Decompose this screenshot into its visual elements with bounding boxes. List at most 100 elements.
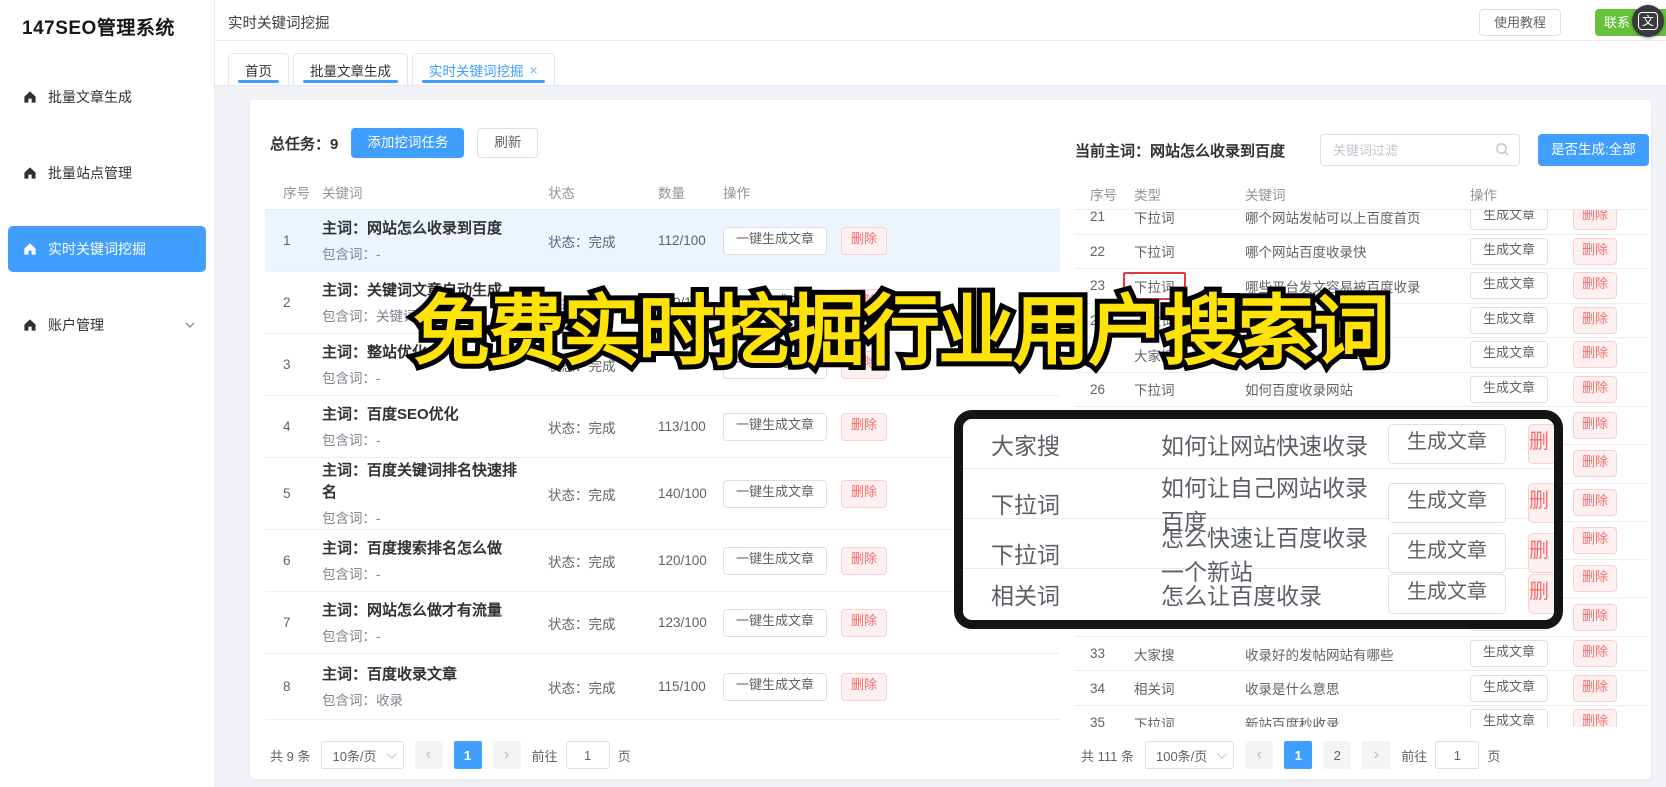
- tasks-pagination: 共 9 条 10条/页 ‹ 1 › 前往 页: [270, 740, 631, 770]
- tab-home[interactable]: 首页: [228, 53, 289, 85]
- generate-article-button[interactable]: 生成文章: [1470, 640, 1549, 668]
- generate-article-button[interactable]: 一键生成文章: [723, 672, 828, 701]
- generate-article-button[interactable]: 生成文章: [1470, 306, 1549, 334]
- page-size-select[interactable]: 100条/页: [1144, 741, 1235, 769]
- topbar: 实时关键词挖掘 使用教程 联系: [215, 0, 1666, 41]
- table-row[interactable]: 33 大家搜 收录好的发帖网站有哪些 生成文章 删除: [1075, 636, 1647, 672]
- tab-keyword-mining[interactable]: 实时关键词挖掘 ×: [412, 53, 555, 85]
- delete-button[interactable]: 删除: [1573, 341, 1618, 369]
- generate-article-button[interactable]: 一键生成文章: [723, 479, 828, 508]
- keywords-table-header: 序号 类型 关键词 操作: [1075, 178, 1647, 210]
- delete-button[interactable]: 删除: [1573, 272, 1618, 300]
- delete-button[interactable]: 删除: [1573, 709, 1618, 727]
- sidebar-item-keyword-mining[interactable]: 实时关键词挖掘: [8, 226, 206, 272]
- cell-type: 下拉词: [1134, 210, 1175, 226]
- generate-article-button[interactable]: 一键生成文章: [723, 608, 828, 637]
- delete-button[interactable]: 删: [1528, 483, 1554, 523]
- page-unit-label: 页: [1487, 748, 1501, 764]
- delete-button[interactable]: 删除: [1573, 640, 1618, 668]
- cell-type: 下拉词: [991, 542, 1060, 568]
- page-size-select[interactable]: 10条/页: [321, 741, 404, 769]
- page-button-1[interactable]: 1: [453, 741, 482, 769]
- delete-button[interactable]: 删: [1528, 423, 1554, 464]
- next-page-button[interactable]: ›: [1362, 741, 1391, 769]
- delete-button[interactable]: 删除: [1573, 412, 1618, 440]
- generate-article-button[interactable]: 生成文章: [1388, 533, 1506, 573]
- col-keyword: 关键词: [1245, 187, 1286, 203]
- generate-article-button[interactable]: 生成文章: [1470, 237, 1549, 265]
- promo-banner-text: 免费实时挖掘行业用户搜索词: [408, 285, 1395, 378]
- zoom-highlight-box: 大家搜 如何让网站快速收录 生成文章删 下拉词 如何让自己网站收录百度 生成文章…: [954, 410, 1563, 629]
- cell-no: 22: [1090, 243, 1106, 259]
- generate-article-button[interactable]: 生成文章: [1470, 674, 1549, 702]
- table-row[interactable]: 4 主词：百度SEO优化 包含词：- 状态：完成 113/100 一键生成文章 删除: [265, 396, 1060, 458]
- prev-page-button[interactable]: ‹: [414, 741, 443, 769]
- delete-button[interactable]: 删除: [1573, 565, 1618, 593]
- generate-article-button[interactable]: 生成文章: [1388, 574, 1506, 614]
- delete-button[interactable]: 删除: [1573, 210, 1618, 231]
- sidebar-item-article-batch[interactable]: 批量文章生成: [0, 74, 214, 120]
- float-widget-icon[interactable]: 文: [1632, 5, 1664, 37]
- delete-button[interactable]: 删除: [1573, 674, 1618, 702]
- cell-status: 状态：完成: [548, 487, 616, 503]
- delete-button[interactable]: 删除: [841, 412, 888, 441]
- table-row[interactable]: 26 下拉词 如何百度收录网站 生成文章 删除: [1075, 372, 1647, 407]
- delete-button[interactable]: 删: [1528, 574, 1554, 614]
- tab-bar: 首页 批量文章生成 实时关键词挖掘 ×: [215, 41, 1666, 86]
- keyword-filter-input[interactable]: [1320, 134, 1520, 166]
- generate-article-button[interactable]: 生成文章: [1470, 341, 1549, 369]
- tab-article-batch[interactable]: 批量文章生成: [293, 53, 408, 85]
- generate-article-button[interactable]: 生成文章: [1470, 272, 1549, 300]
- add-task-button[interactable]: 添加挖词任务: [351, 128, 465, 158]
- goto-page-input[interactable]: [565, 741, 610, 769]
- delete-button[interactable]: 删除: [1573, 237, 1618, 265]
- generate-article-button[interactable]: 生成文章: [1470, 375, 1549, 403]
- delete-button[interactable]: 删除: [1573, 450, 1618, 478]
- table-row[interactable]: 5 主词：百度关键词排名快速排名 包含词：- 状态：完成 140/100 一键生成…: [265, 458, 1060, 530]
- delete-button[interactable]: 删除: [841, 479, 888, 508]
- cell-no: 26: [1090, 381, 1106, 397]
- sidebar-item-site-batch[interactable]: 批量站点管理: [0, 150, 214, 196]
- generate-article-button[interactable]: 一键生成文章: [723, 412, 828, 441]
- table-row[interactable]: 22 下拉词 哪个网站百度收录快 生成文章 删除: [1075, 234, 1647, 269]
- delete-button[interactable]: 删除: [841, 672, 888, 701]
- delete-button[interactable]: 删除: [1573, 527, 1618, 555]
- delete-button[interactable]: 删除: [1573, 306, 1618, 334]
- refresh-button[interactable]: 刷新: [477, 128, 539, 158]
- cell-main-word: 主词：百度关键词排名快速排名: [322, 461, 518, 501]
- cell-include-word: 包含词：-: [322, 511, 381, 527]
- generate-article-button[interactable]: 生成文章: [1388, 483, 1506, 523]
- delete-button[interactable]: 删除: [841, 608, 888, 637]
- table-row[interactable]: 35 下拉词 新站百度秒收录 生成文章 删除: [1075, 705, 1647, 727]
- generate-all-button[interactable]: 是否生成:全部: [1538, 134, 1649, 166]
- table-row[interactable]: 34 相关词 收录是什么意思 生成文章 删除: [1075, 671, 1647, 706]
- sidebar-item-account[interactable]: 账户管理: [0, 302, 214, 348]
- zoom-row: 下拉词 如何让自己网站收录百度 生成文章删: [963, 469, 1554, 535]
- tasks-toolbar: 总任务：9 添加挖词任务 刷新: [270, 128, 539, 158]
- generate-article-button[interactable]: 一键生成文章: [723, 546, 828, 575]
- tutorial-button[interactable]: 使用教程: [1478, 9, 1561, 36]
- goto-page-input[interactable]: [1435, 741, 1480, 769]
- table-row[interactable]: 1 主词：网站怎么收录到百度 包含词：- 状态：完成 112/100 一键生成文章…: [265, 210, 1060, 272]
- table-row[interactable]: 8 主词：百度收录文章 包含词：收录 状态：完成 115/100 一键生成文章 删除: [265, 654, 1060, 720]
- generate-article-button[interactable]: 一键生成文章: [723, 226, 828, 255]
- prev-page-button[interactable]: ‹: [1245, 741, 1274, 769]
- page-button-2[interactable]: 2: [1323, 741, 1352, 769]
- generate-article-button[interactable]: 生成文章: [1470, 709, 1549, 727]
- delete-button[interactable]: 删除: [1573, 603, 1618, 631]
- table-row[interactable]: 7 主词：网站怎么做才有流量 包含词：- 状态：完成 123/100 一键生成文章…: [265, 592, 1060, 654]
- delete-button[interactable]: 删除: [1573, 488, 1618, 516]
- delete-button[interactable]: 删: [1528, 533, 1554, 573]
- delete-button[interactable]: 删除: [841, 546, 888, 575]
- table-row[interactable]: 6 主词：百度搜索排名怎么做 包含词：- 状态：完成 120/100 一键生成文章…: [265, 530, 1060, 592]
- generate-article-button[interactable]: 生成文章: [1388, 423, 1506, 464]
- table-row[interactable]: 21 下拉词 哪个网站发帖可以上百度首页 生成文章 删除: [1075, 210, 1647, 235]
- cell-keyword: 怎么让百度收录: [1161, 583, 1322, 609]
- close-icon[interactable]: ×: [530, 62, 538, 78]
- delete-button[interactable]: 删除: [841, 226, 888, 255]
- page-button-1[interactable]: 1: [1284, 741, 1313, 769]
- generate-article-button[interactable]: 生成文章: [1470, 210, 1549, 231]
- delete-button[interactable]: 删除: [1573, 375, 1618, 403]
- search-icon: [1496, 143, 1509, 156]
- next-page-button[interactable]: ›: [492, 741, 521, 769]
